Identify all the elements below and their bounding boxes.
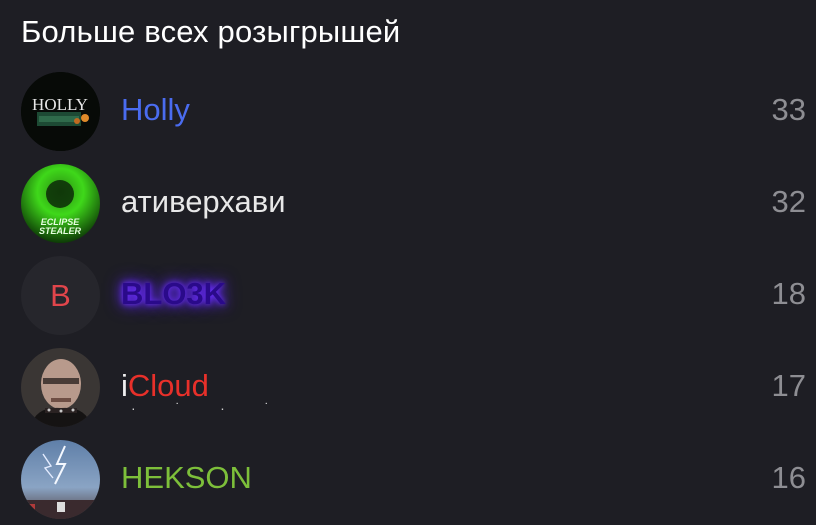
eclipse-stealer-avatar-icon: ECLIPSE STEALER	[21, 164, 100, 243]
svg-text:HOLLY: HOLLY	[32, 95, 88, 114]
giveaway-count: 32	[771, 184, 806, 219]
holly-avatar-icon: HOLLY	[21, 72, 100, 151]
letter-avatar: B	[21, 256, 100, 335]
list-item-blo3k[interactable]: B BLO3K 18	[0, 248, 816, 340]
leaderboard-list: HOLLY Holly 33 ECLIPSE STEALER ативерхав…	[0, 64, 816, 524]
giveaway-count: 18	[771, 276, 806, 311]
giveaway-count: 33	[771, 92, 806, 127]
user-name: iCloud	[121, 369, 816, 426]
list-item-hekson[interactable]: HEKSON 16	[0, 432, 816, 524]
avatar-letter: B	[21, 256, 100, 335]
page-title: Больше всех розыгрышей	[21, 14, 401, 49]
face-avatar-icon	[21, 348, 100, 427]
giveaway-count: 17	[771, 368, 806, 403]
list-item-holly[interactable]: HOLLY Holly 33	[0, 64, 816, 156]
user-name: HEKSON	[121, 460, 252, 495]
svg-text:STEALER: STEALER	[39, 226, 82, 236]
list-item-icloud[interactable]: iCloud 17	[0, 340, 816, 432]
giveaway-count: 16	[771, 460, 806, 495]
lightning-avatar-icon	[21, 440, 100, 519]
list-item-ativerhavi[interactable]: ECLIPSE STEALER ативерхави 32	[0, 156, 816, 248]
user-name: Holly	[121, 92, 190, 127]
user-name: ативерхави	[121, 184, 286, 219]
user-name: BLO3K	[121, 276, 227, 311]
